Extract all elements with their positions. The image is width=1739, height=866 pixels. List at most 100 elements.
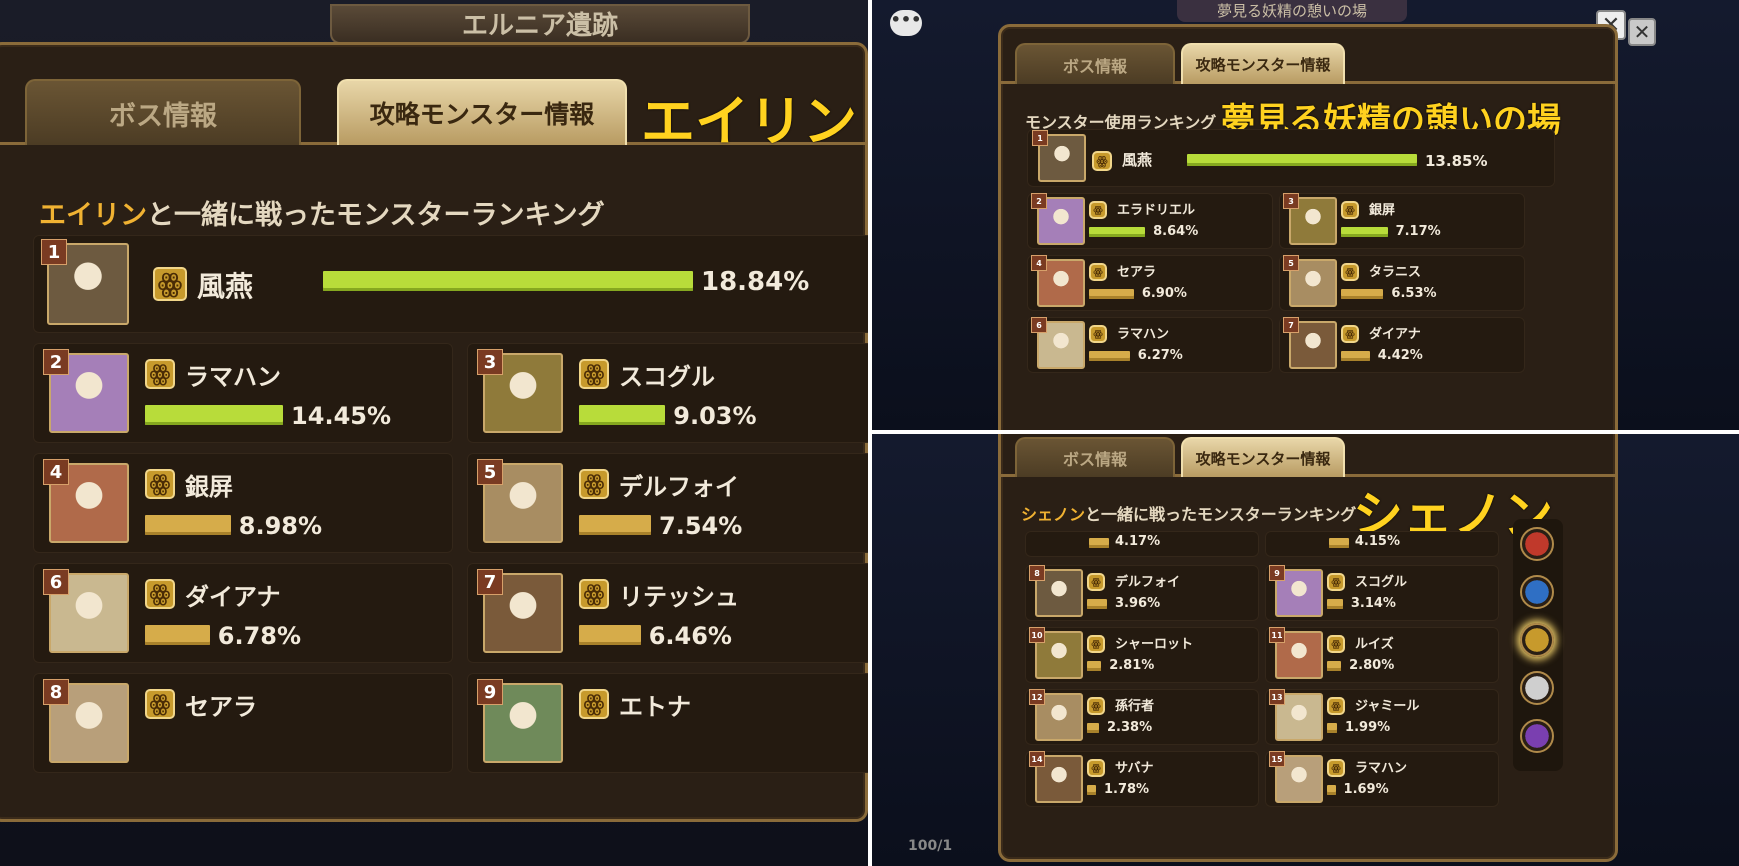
location-header: 夢見る妖精の憩いの場: [1177, 0, 1407, 22]
usage-percent: 3.14%: [1350, 596, 1396, 611]
usage-percent: 1.99%: [1345, 720, 1391, 735]
usage-bar: [145, 405, 284, 425]
tab-boss-info[interactable]: ボス情報: [1015, 437, 1175, 477]
ranking-card[interactable]: 2 ꙮ ラマハン 14.45%: [33, 343, 453, 443]
rank-badge: 4: [1031, 255, 1047, 271]
usage-bar: [1327, 785, 1336, 795]
monster-name: 銀屏: [1369, 203, 1396, 218]
ranking-card[interactable]: 7 ꙮ ダイアナ 4.42%: [1279, 317, 1525, 373]
wind-element-icon: ꙮ: [1087, 635, 1105, 653]
ranking-card[interactable]: 11 ꙮ ルイズ 2.80%: [1265, 627, 1499, 683]
usage-bar: [1087, 661, 1102, 671]
chat-icon[interactable]: •••: [890, 10, 922, 36]
ranking-card[interactable]: 12 ꙮ 孫行者 2.38%: [1025, 689, 1259, 745]
top-right-screenshot: ••• 夢見る妖精の憩いの場 ✕ ✕ ボス情報 攻略モンスター情報 モンスター使…: [872, 0, 1739, 430]
tab-boss-info[interactable]: ボス情報: [25, 79, 301, 145]
usage-bar: [1087, 599, 1107, 609]
ranking-card[interactable]: 14 ꙮ サバナ 1.78%: [1025, 751, 1259, 807]
rank-badge: 8: [43, 679, 69, 705]
ranking-card-partial[interactable]: 4.15%: [1265, 531, 1499, 557]
ranking-card[interactable]: 15 ꙮ ラマハン 1.69%: [1265, 751, 1499, 807]
bottom-right-screenshot: ボス情報 攻略モンスター情報 シェノンと一緒に戦ったモンスターランキング シェノ…: [872, 434, 1739, 866]
water-element-filter-icon[interactable]: [1520, 575, 1554, 609]
usage-percent: 6.78%: [217, 622, 302, 650]
usage-percent: 2.80%: [1349, 658, 1395, 673]
ranking-card[interactable]: 9 ꙮ エトナ: [467, 673, 868, 773]
usage-percent: 14.45%: [291, 402, 392, 430]
ranking-card[interactable]: 4 ꙮ 銀屏 8.98%: [33, 453, 453, 553]
wind-element-icon: ꙮ: [1087, 573, 1105, 591]
subtitle-text: と一緒に戦ったモンスターランキング: [147, 200, 605, 231]
wind-element-icon: ꙮ: [145, 359, 175, 389]
ranking-card[interactable]: 1 ꙮ 風燕 18.84%: [33, 235, 868, 333]
ranking-card[interactable]: 1 ꙮ 風燕 13.85%: [1027, 129, 1555, 187]
monster-name: 銀屏: [185, 473, 233, 501]
usage-bar: [1327, 723, 1338, 733]
boss-name-highlight: シェノン: [1021, 505, 1086, 524]
ranking-card[interactable]: 3 ꙮ 銀屏 7.17%: [1279, 193, 1525, 249]
monster-info-panel: ボス情報 攻略モンスター情報 エイリン エイリンと一緒に戦ったモンスターランキン…: [0, 42, 868, 822]
tab-monster-info[interactable]: 攻略モンスター情報: [1181, 437, 1345, 477]
usage-bar: [1089, 227, 1146, 237]
usage-percent: 8.64%: [1153, 224, 1199, 239]
dark-element-filter-icon[interactable]: [1520, 719, 1554, 753]
usage-bar: [1089, 538, 1109, 548]
usage-bar: [1341, 227, 1388, 237]
light-element-filter-icon[interactable]: [1520, 671, 1554, 705]
rank-badge: 9: [477, 679, 503, 705]
ranking-card[interactable]: 10 ꙮ シャーロット 2.81%: [1025, 627, 1259, 683]
ranking-card-partial[interactable]: 4.17%: [1025, 531, 1259, 557]
rank-badge: 8: [1029, 565, 1045, 581]
fire-element-filter-icon[interactable]: [1520, 527, 1554, 561]
close-back-icon[interactable]: ✕: [1628, 18, 1656, 46]
tab-monster-info[interactable]: 攻略モンスター情報: [337, 79, 627, 145]
rank-badge: 7: [477, 569, 503, 595]
rank-badge: 7: [1283, 317, 1299, 333]
wind-element-icon: ꙮ: [1089, 325, 1107, 343]
monster-name: タラニス: [1369, 265, 1422, 280]
usage-percent: 6.27%: [1137, 348, 1183, 363]
monster-name: セアラ: [1117, 265, 1157, 280]
ranking-card[interactable]: 7 ꙮ リテッシュ 6.46%: [467, 563, 868, 663]
monster-name: ジャミール: [1355, 699, 1420, 714]
monster-name: リテッシュ: [619, 583, 739, 611]
usage-bar: [579, 625, 641, 645]
wind-element-icon: ꙮ: [145, 689, 175, 719]
monster-name: エトナ: [619, 693, 691, 721]
usage-percent: 4.17%: [1115, 534, 1161, 549]
wind-element-icon: ꙮ: [1089, 263, 1107, 281]
wind-element-filter-icon[interactable]: [1520, 623, 1554, 657]
ranking-card[interactable]: 5 ꙮ タラニス 6.53%: [1279, 255, 1525, 311]
ranking-card[interactable]: 9 ꙮ スコグル 3.14%: [1265, 565, 1499, 621]
rank-badge: 5: [477, 459, 503, 485]
ranking-card[interactable]: 3 ꙮ スコグル 9.03%: [467, 343, 868, 443]
ranking-card[interactable]: 5 ꙮ デルフォイ 7.54%: [467, 453, 868, 553]
wind-element-icon: ꙮ: [579, 359, 609, 389]
usage-bar: [145, 515, 231, 535]
ranking-card[interactable]: 13 ꙮ ジャミール 1.99%: [1265, 689, 1499, 745]
rank-badge: 15: [1269, 751, 1285, 767]
usage-percent: 2.81%: [1109, 658, 1155, 673]
tab-monster-info[interactable]: 攻略モンスター情報: [1181, 43, 1345, 84]
rank-badge: 4: [43, 459, 69, 485]
usage-percent: 18.84%: [701, 267, 810, 297]
rank-badge: 1: [41, 239, 67, 265]
ranking-card[interactable]: 8 ꙮ セアラ: [33, 673, 453, 773]
usage-bar: [1341, 351, 1370, 361]
ranking-card[interactable]: 6 ꙮ ラマハン 6.27%: [1027, 317, 1273, 373]
location-name: 夢見る妖精の憩いの場: [1216, 2, 1367, 20]
tab-boss-info[interactable]: ボス情報: [1015, 43, 1175, 84]
usage-bar: [145, 625, 210, 645]
location-header: エルニア遺跡: [330, 4, 750, 44]
ranking-card[interactable]: 8 ꙮ デルフォイ 3.96%: [1025, 565, 1259, 621]
tab-bar: ボス情報 攻略モンスター情報 エイリン: [0, 45, 865, 153]
wind-element-icon: ꙮ: [1089, 201, 1107, 219]
monster-name: 風燕: [197, 270, 254, 303]
ranking-card[interactable]: 6 ꙮ ダイアナ 6.78%: [33, 563, 453, 663]
usage-percent: 6.53%: [1391, 286, 1437, 301]
ranking-card[interactable]: 2 ꙮ エラドリエル 8.64%: [1027, 193, 1273, 249]
usage-bar: [1327, 661, 1342, 671]
ranking-card[interactable]: 4 ꙮ セアラ 6.90%: [1027, 255, 1273, 311]
usage-percent: 2.38%: [1107, 720, 1153, 735]
rank-badge: 11: [1269, 627, 1285, 643]
